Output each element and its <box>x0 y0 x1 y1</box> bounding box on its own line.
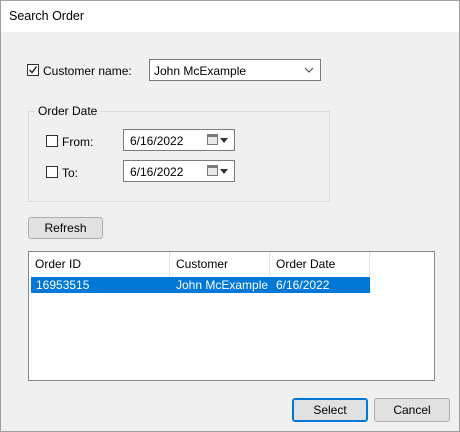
window-title: Search Order <box>9 9 85 23</box>
dropdown-arrow-icon <box>220 169 228 174</box>
cell-customer: John McExample <box>176 278 269 292</box>
cell-order-id: 16953515 <box>36 278 90 292</box>
search-order-dialog: Search Order Customer name: John McExamp… <box>0 0 460 432</box>
customer-name-value: John McExample <box>154 64 247 78</box>
cell-order-date: 6/16/2022 <box>276 278 330 292</box>
to-date-value: 6/16/2022 <box>130 165 184 179</box>
customer-name-label: Customer name: <box>43 64 132 78</box>
calendar-icon <box>207 165 218 176</box>
column-header-order-date[interactable]: Order Date <box>270 252 370 276</box>
from-date-picker[interactable]: 6/16/2022 <box>123 129 235 151</box>
order-date-group-title: Order Date <box>35 104 101 118</box>
from-date-checkbox[interactable] <box>46 135 58 147</box>
select-button-label: Select <box>313 403 347 417</box>
order-date-group <box>28 111 330 202</box>
dropdown-arrow-icon <box>220 138 228 143</box>
cancel-button-label: Cancel <box>393 403 431 417</box>
to-label: To: <box>62 166 79 180</box>
refresh-button[interactable]: Refresh <box>28 217 103 239</box>
to-date-checkbox[interactable] <box>46 166 58 178</box>
customer-name-dropdown[interactable]: John McExample <box>149 59 321 81</box>
from-label: From: <box>62 135 94 149</box>
column-header-label: Customer <box>176 257 229 271</box>
order-results-list[interactable]: Order ID Customer Order Date 16953515 Jo… <box>28 251 435 381</box>
from-date-value: 6/16/2022 <box>130 134 184 148</box>
table-row[interactable]: 16953515 John McExample 6/16/2022 <box>31 277 370 293</box>
calendar-icon <box>207 134 218 145</box>
to-date-picker[interactable]: 6/16/2022 <box>123 160 235 182</box>
title-bar: Search Order <box>1 1 459 32</box>
chevron-down-icon <box>304 67 314 73</box>
cancel-button[interactable]: Cancel <box>374 398 450 422</box>
column-header-customer[interactable]: Customer <box>170 252 270 276</box>
select-button[interactable]: Select <box>292 398 368 422</box>
checkmark-icon <box>29 66 38 74</box>
customer-name-checkbox[interactable] <box>27 64 39 76</box>
refresh-button-label: Refresh <box>44 221 87 235</box>
column-header-label: Order ID <box>35 257 82 271</box>
column-header-order-id[interactable]: Order ID <box>29 252 170 276</box>
column-header-label: Order Date <box>276 257 336 271</box>
